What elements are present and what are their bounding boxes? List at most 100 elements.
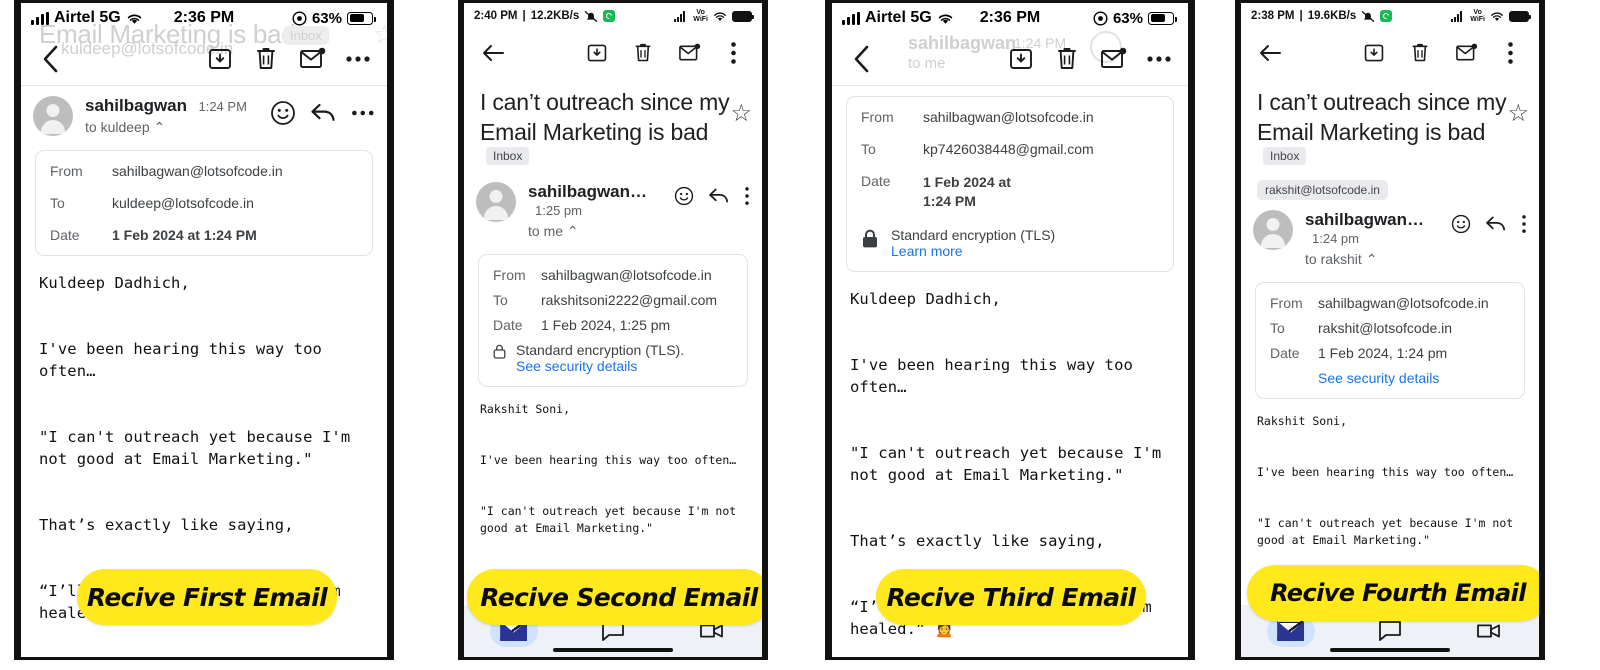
recipient-toggle[interactable]: to kuldeep ⌃ [85,119,264,136]
status-left: Airtel 5G [31,9,143,27]
sender-name: sahilbagwan… [1305,210,1425,229]
avatar[interactable] [33,96,73,136]
emoji-react-button[interactable] [270,100,296,126]
trash-icon [1058,48,1076,69]
security-details-link[interactable]: See security details [1318,370,1439,386]
more-options-icon [346,56,370,62]
panel-1-toolbar [21,33,387,85]
avatar[interactable] [476,182,516,222]
back-arrow-icon [1260,45,1281,61]
network-speed-label: 19.6KB/s [1307,10,1357,22]
detail-row-date: Date 1 Feb 2024, 1:24 pm [1270,345,1510,361]
avatar[interactable] [1253,210,1293,250]
reply-button[interactable] [1485,215,1507,233]
back-arrow-icon [854,45,868,73]
chevron-up-icon: ⌃ [566,223,579,239]
trash-icon [1412,43,1428,62]
more-options-button[interactable] [716,36,750,70]
security-details-link[interactable]: See security details [516,358,637,374]
detail-row-security: See security details [1270,370,1510,386]
ios-status-bar: Airtel 5G 2:36 PM 63% [832,3,1188,33]
detail-value-date: 1 Feb 2024, 1:25 pm [541,317,671,333]
signal-bars-icon [31,11,49,25]
sender-name: sahilbagwan [85,96,188,115]
battery-icon [1509,10,1531,22]
status-left: Airtel 5G [842,9,954,27]
delete-button[interactable] [626,36,660,70]
lock-icon [861,229,879,252]
detail-value-date: 1 Feb 2024 at 1:24 PM [923,174,1011,209]
more-options-button[interactable] [341,42,375,76]
detail-value-to: kuldeep@lotsofcode.in [112,195,254,211]
back-arrow-icon [43,45,57,73]
detail-row-date: Date 1 Feb 2024 at 1:24 PM [50,227,358,243]
delete-button[interactable] [1050,42,1084,76]
star-button[interactable]: ☆ [1507,99,1529,128]
archive-button[interactable] [580,36,614,70]
trash-icon [257,48,275,69]
status-right: 63% [1093,10,1177,27]
silent-bell-icon [1361,10,1375,22]
recipient-toggle[interactable]: to me ⌃ [528,223,668,240]
chat-icon [1379,621,1401,641]
status-clock: 2:40 PM [474,10,518,22]
network-speed-label: 12.2KB/s [530,10,580,22]
call-app-icon [1380,10,1393,22]
detail-row-to: To kuldeep@lotsofcode.in [50,195,358,211]
sender-actions [674,182,750,206]
panel-2-annotation-badge: Recive Second Email [467,569,762,625]
detail-value-from: sahilbagwan@lotsofcode.in [923,109,1094,125]
back-button[interactable] [476,36,510,70]
detail-label-date: Date [1270,345,1300,361]
mark-unread-button[interactable] [295,42,329,76]
recipient-toggle[interactable]: to rakshit ⌃ [1305,251,1445,268]
battery-icon [347,11,376,25]
emoji-react-button[interactable] [1451,214,1471,234]
archive-button[interactable] [1004,42,1038,76]
star-button[interactable]: ☆ [730,99,752,128]
detail-value-from: sahilbagwan@lotsofcode.in [1318,295,1489,311]
sender-info: sahilbagwan… 1:24 pm to rakshit ⌃ [1305,210,1445,268]
detail-label-from: From [861,109,894,125]
mark-unread-button[interactable] [1096,42,1130,76]
detail-row-date: Date 1 Feb 2024, 1:25 pm [493,317,733,333]
signal-bars-icon [674,10,688,22]
delete-button[interactable] [1403,36,1437,70]
trash-icon [635,43,651,62]
back-button[interactable] [33,42,67,76]
detail-label-from: From [1270,295,1303,311]
back-button[interactable] [1253,36,1287,70]
learn-more-link[interactable]: Learn more [891,243,963,259]
panel-2-toolbar [464,29,762,77]
recipient-address-chip[interactable]: rakshit@lotsofcode.in [1257,180,1388,200]
archive-icon [587,44,607,62]
detail-row-to: To rakshit@lotsofcode.in [1270,320,1510,336]
emoji-react-button[interactable] [674,186,694,206]
more-options-button[interactable] [1493,36,1527,70]
panel-4-sender-row: sahilbagwan… 1:24 pm to rakshit ⌃ [1241,200,1539,272]
message-more-button[interactable] [351,109,375,117]
message-more-button[interactable] [744,186,750,206]
sender-info: sahilbagwan 1:24 PM to kuldeep ⌃ [85,96,264,136]
signal-bars-icon [842,11,860,25]
delete-button[interactable] [249,42,283,76]
panel-4-toolbar [1241,29,1539,77]
sender-time: 1:24 PM [198,99,247,114]
more-options-button[interactable] [1142,42,1176,76]
reply-button[interactable] [310,102,337,124]
back-button[interactable] [844,42,878,76]
inbox-label-chip: Inbox [1263,147,1307,165]
archive-button[interactable] [1357,36,1391,70]
message-more-button[interactable] [1521,214,1527,234]
carrier-label: Airtel 5G [865,9,932,26]
archive-button[interactable] [203,42,237,76]
detail-label-from: From [50,163,83,179]
sender-actions [1451,210,1527,234]
email-subject: I can’t outreach since my Email Marketin… [480,89,730,145]
detail-row-to: To rakshitsoni2222@gmail.com [493,292,733,308]
mark-unread-button[interactable] [1449,36,1483,70]
mark-unread-button[interactable] [672,36,706,70]
screenshot-stage: Email Marketing is bad Inbox ☆ kuldeep@l… [0,0,1600,670]
reply-button[interactable] [708,187,730,205]
android-status-bar: 2:38 PM | 19.6KB/s Vo WiFi [1241,3,1539,29]
